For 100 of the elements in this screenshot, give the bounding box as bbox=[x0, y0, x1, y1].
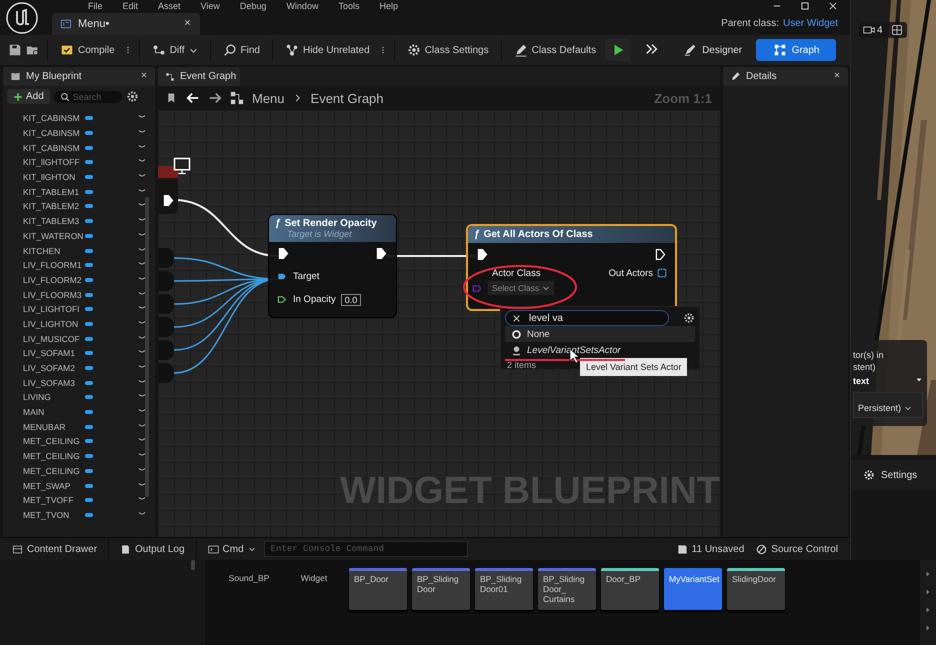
panel-tab[interactable]: Event Graph bbox=[158, 67, 240, 86]
search-field[interactable]: Search bbox=[72, 92, 113, 102]
level-dropdown[interactable]: Persistent) bbox=[853, 392, 923, 418]
variable-name[interactable]: KIT_CABINSM bbox=[23, 142, 85, 153]
asset-tile[interactable]: BP_Sliding Door bbox=[412, 568, 470, 610]
toolbar-button[interactable]: Class Settings bbox=[402, 40, 494, 60]
class-option[interactable]: None bbox=[505, 326, 695, 342]
variable-name[interactable]: KIT_llGHTON bbox=[23, 172, 85, 182]
asset-tile[interactable]: Door_BP bbox=[601, 568, 659, 610]
menu-item[interactable]: View bbox=[200, 1, 220, 11]
clear-icon bbox=[512, 314, 521, 322]
toolbar-button[interactable]: Find bbox=[218, 40, 265, 60]
add-button[interactable]: Add bbox=[7, 89, 50, 104]
variable-name[interactable]: MET_TVON bbox=[23, 510, 85, 520]
variable-name[interactable]: MET_CEILING bbox=[23, 436, 85, 446]
value-field[interactable]: 0.0 bbox=[340, 294, 362, 306]
variable-name[interactable]: KIT_TABLEM2 bbox=[23, 201, 85, 212]
variable-name[interactable]: LIV_FLOORM1 bbox=[23, 260, 85, 270]
variable-name[interactable]: MET_SWAP bbox=[23, 480, 85, 491]
reroute-node[interactable] bbox=[158, 340, 174, 360]
parent-class-link[interactable]: User Widget bbox=[782, 18, 838, 29]
camera-icon bbox=[863, 24, 875, 36]
triangle-right-icon bbox=[924, 606, 932, 614]
variable-name[interactable]: LIV_LIGHTOFI bbox=[23, 304, 85, 314]
variable-name[interactable]: KIT_WATERON bbox=[23, 230, 85, 241]
variable-name[interactable]: MET_TVOFF bbox=[23, 495, 85, 506]
book-icon bbox=[10, 71, 21, 82]
reroute-node[interactable] bbox=[158, 317, 174, 337]
variable-name[interactable]: KIT_TABLEM1 bbox=[23, 186, 85, 197]
mode-button[interactable]: Designer bbox=[673, 39, 752, 61]
variable-name[interactable]: MET_CEILING bbox=[23, 451, 85, 462]
reroute-node[interactable] bbox=[158, 294, 174, 314]
toolbar-button[interactable]: Class Defaults bbox=[508, 40, 602, 60]
file-name[interactable]: Sound_BP bbox=[219, 568, 279, 583]
variable-name[interactable]: LIV_FLOORM3 bbox=[23, 290, 85, 300]
status-button[interactable]: 11 Unsaved bbox=[672, 542, 748, 556]
blueprint-icon bbox=[60, 18, 72, 30]
variable-name[interactable]: KITCHEN bbox=[23, 246, 85, 256]
variable-name[interactable]: LIV_SOFAM1 bbox=[23, 348, 85, 358]
menu-item[interactable]: File bbox=[88, 1, 103, 11]
reroute-node[interactable] bbox=[158, 248, 174, 268]
asset-tile[interactable]: MyVariantSet bbox=[664, 568, 722, 610]
caret-icon bbox=[542, 284, 550, 292]
menu-item[interactable]: Window bbox=[286, 1, 318, 11]
panel-tab[interactable]: Details bbox=[723, 67, 848, 86]
event-node[interactable] bbox=[158, 166, 178, 214]
variable-name[interactable]: LIV_SOFAM2 bbox=[23, 363, 85, 374]
variable-type-icon bbox=[85, 424, 93, 429]
forward-arrow-icon bbox=[208, 91, 222, 105]
search-box[interactable]: Search bbox=[54, 90, 122, 102]
console-input[interactable]: Enter Console Command bbox=[264, 541, 468, 557]
document-tab[interactable]: Menu• bbox=[52, 13, 200, 35]
reroute-node[interactable] bbox=[158, 271, 174, 291]
status-button[interactable]: Source Control bbox=[752, 542, 842, 556]
variable-name[interactable]: LIV_MUSICOF bbox=[23, 334, 85, 344]
asset-tile[interactable]: SlidingDoor bbox=[727, 568, 785, 610]
variable-name[interactable]: MET_CEILING bbox=[23, 466, 85, 476]
variable-name[interactable]: LIV_SOFAM3 bbox=[23, 378, 85, 388]
menu-item[interactable]: Debug bbox=[240, 1, 266, 11]
breadcrumb-link[interactable]: Menu bbox=[252, 90, 285, 106]
asset-tile[interactable]: BP_Door bbox=[349, 568, 407, 610]
camera-speed[interactable]: 4 bbox=[863, 24, 883, 36]
variable-name[interactable]: KIT_TABLEM3 bbox=[23, 216, 85, 226]
variable-type-icon bbox=[85, 322, 93, 326]
mode-button[interactable]: Graph bbox=[756, 39, 836, 61]
asset-tile[interactable]: BP_Sliding Door01 bbox=[475, 568, 533, 610]
scrollbar[interactable] bbox=[191, 560, 195, 570]
function-node[interactable]: ƒ Get All Actors Of Class Actor Class Out Actors Select Class bbox=[466, 224, 677, 311]
menu-item[interactable]: Edit bbox=[122, 1, 138, 11]
status-button[interactable]: Content Drawer bbox=[8, 542, 102, 556]
toolbar-button[interactable]: Compile bbox=[55, 40, 120, 60]
toolbar-button[interactable]: Diff bbox=[146, 40, 203, 60]
close-icon bbox=[833, 71, 841, 79]
menu-item[interactable]: Tools bbox=[338, 1, 360, 11]
settings-button[interactable]: Settings bbox=[851, 460, 936, 490]
menu-item[interactable]: Asset bbox=[158, 1, 181, 11]
toolbar-button[interactable]: Hide Unrelated bbox=[280, 40, 375, 60]
variable-name[interactable]: LIV_LIGHTON bbox=[23, 318, 85, 329]
blocked-icon bbox=[756, 544, 768, 554]
variable-name[interactable]: LIVING bbox=[23, 392, 85, 402]
asset-tile[interactable]: BP_Sliding Door_ Curtains bbox=[538, 568, 596, 610]
variable-name[interactable]: MENUBAR bbox=[23, 422, 85, 432]
function-node[interactable]: ƒ Set Render Opacity Target is Widget Target In Opacity 0.0 bbox=[268, 214, 397, 318]
variable-name[interactable]: KIT_llGHTOFF bbox=[23, 157, 85, 168]
menu-item[interactable]: Help bbox=[379, 1, 398, 11]
class-dropdown[interactable]: Select Class bbox=[488, 281, 554, 295]
panel-tab[interactable]: My Blueprint bbox=[3, 67, 155, 86]
status-button[interactable]: Output Log bbox=[116, 542, 189, 556]
variable-name[interactable]: KIT_CABINSM bbox=[23, 113, 85, 124]
file-name[interactable]: Widget bbox=[284, 568, 344, 583]
variable-name[interactable]: LIV_FLOORM2 bbox=[23, 274, 85, 285]
class-search-field[interactable]: level va bbox=[529, 312, 649, 324]
compile-icon bbox=[60, 43, 74, 57]
variable-name[interactable]: MAIN bbox=[23, 407, 85, 418]
reroute-node[interactable] bbox=[158, 363, 174, 383]
status-button[interactable]: Cmd bbox=[204, 542, 260, 556]
class-option[interactable]: LevelVariantSetsActor bbox=[505, 342, 695, 358]
play-button[interactable] bbox=[605, 39, 632, 61]
class-search-box[interactable]: level va bbox=[505, 310, 669, 326]
variable-name[interactable]: KIT_CABINSM bbox=[23, 128, 85, 138]
